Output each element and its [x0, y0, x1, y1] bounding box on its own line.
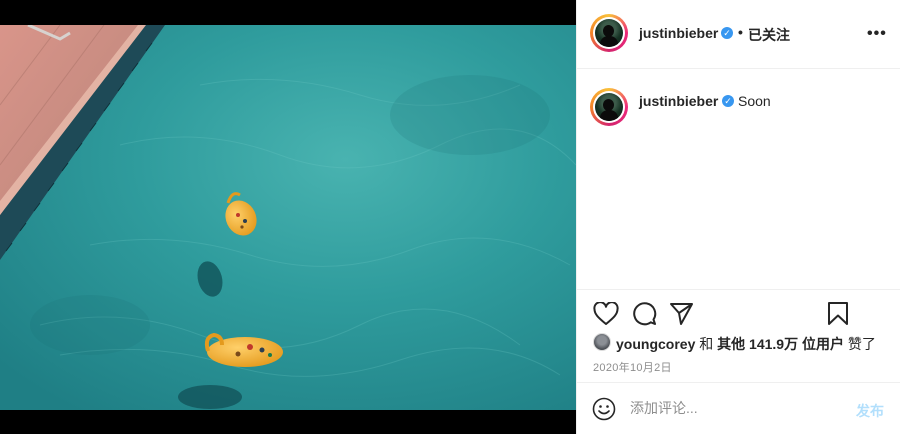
likes-others-label: 其他: [717, 336, 746, 352]
caption-text: Soon: [738, 93, 771, 109]
author-username[interactable]: justinbieber: [639, 25, 718, 41]
likes-count-suffix: 位用户: [801, 336, 844, 352]
post-comment-button[interactable]: 发布: [856, 401, 884, 421]
paper-plane-icon[interactable]: [669, 302, 694, 326]
instagram-post-modal: justinbieber ✓ • 已关注 ••• justinbieber ✓ …: [0, 0, 900, 434]
more-options-icon[interactable]: •••: [867, 25, 887, 43]
post-photo: [0, 25, 576, 410]
verified-badge-icon: ✓: [721, 27, 733, 39]
likes-liked-label: 赞了: [847, 336, 876, 352]
likes-and-label: 和: [699, 336, 714, 352]
likes-others-link[interactable]: 其他 141.9万 位用户: [717, 336, 844, 352]
separator-dot: •: [738, 24, 743, 40]
post-header: justinbieber ✓ • 已关注 •••: [577, 0, 900, 69]
likes-count: 141.9万: [749, 336, 799, 352]
heart-icon[interactable]: [593, 302, 619, 326]
caption-author-avatar[interactable]: [590, 88, 628, 126]
caption-author-profile-picture: [595, 93, 623, 121]
smiley-icon[interactable]: [592, 397, 616, 421]
post-actions: youngcorey 和 其他 141.9万 位用户 赞了 2020年10月2日: [577, 289, 900, 383]
comment-input[interactable]: [630, 400, 840, 416]
author-profile-picture: [595, 19, 623, 47]
post-date[interactable]: 2020年10月2日: [593, 359, 672, 375]
liker-avatar[interactable]: [593, 333, 611, 351]
post-side-panel: justinbieber ✓ • 已关注 ••• justinbieber ✓ …: [576, 0, 900, 434]
author-avatar[interactable]: [590, 14, 628, 52]
follow-status-button[interactable]: 已关注: [748, 25, 790, 45]
caption-verified-badge-icon: ✓: [722, 95, 734, 107]
liker-username[interactable]: youngcorey: [616, 336, 695, 352]
post-media[interactable]: [0, 0, 576, 434]
add-comment-bar: 发布: [577, 382, 900, 434]
comment-bubble-icon[interactable]: [632, 301, 657, 326]
likes-summary: youngcorey 和 其他 141.9万 位用户 赞了: [616, 334, 876, 354]
bookmark-icon[interactable]: [827, 301, 849, 326]
caption-author-username[interactable]: justinbieber: [639, 93, 718, 109]
